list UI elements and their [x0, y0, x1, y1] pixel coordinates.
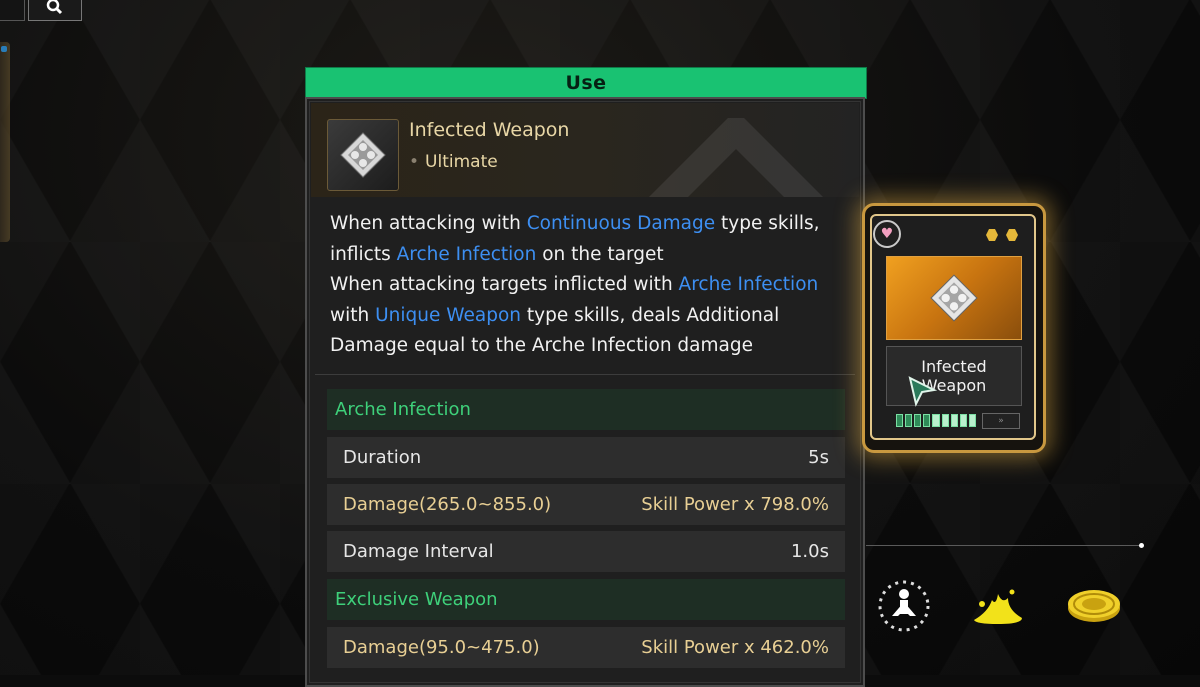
use-button[interactable]: Use — [305, 67, 867, 99]
description-text: type skills, deals Additional — [521, 304, 780, 326]
stat-value: 1.0s — [790, 541, 829, 562]
stat-row: Duration 5s — [327, 437, 845, 478]
description-text: Damage equal to the Arche Infection dama… — [330, 335, 753, 356]
description-line: When attacking targets inflicted with Ar… — [330, 270, 850, 301]
description-text: When attacking with — [330, 213, 527, 234]
figure-burst-icon[interactable] — [874, 576, 934, 636]
description-text: with — [330, 304, 376, 326]
capacity-segment — [968, 414, 976, 427]
heart-icon[interactable]: ♥ — [873, 220, 901, 248]
keyword-link[interactable]: Continuous Damage — [527, 213, 715, 234]
section-title: Exclusive Weapon — [335, 589, 498, 610]
module-card-name: Infected Weapon — [886, 346, 1022, 406]
item-rarity: • Ultimate — [409, 152, 498, 172]
stat-label: Damage(95.0~475.0) — [343, 637, 540, 658]
chevron-right-icon: » — [982, 413, 1020, 429]
description-line: Damage equal to the Arche Infection dama… — [330, 331, 850, 362]
item-description: When attacking with Continuous Damage ty… — [330, 209, 850, 362]
stat-label: Damage Interval — [343, 541, 494, 562]
separator-line — [866, 545, 1142, 546]
top-left-tab[interactable] — [0, 0, 25, 21]
section-title: Arche Infection — [335, 399, 471, 420]
stat-row: Damage(265.0~855.0) Skill Power x 798.0% — [327, 484, 845, 525]
description-line: When attacking with Continuous Damage ty… — [330, 209, 850, 240]
stat-row: Damage Interval 1.0s — [327, 531, 845, 572]
yellow-splash-icon[interactable] — [968, 576, 1028, 636]
description-line: inflicts Arche Infection on the target — [330, 240, 850, 271]
stat-value: Skill Power x 462.0% — [641, 637, 829, 658]
description-text: inflicts — [330, 243, 397, 265]
module-diamond-icon — [930, 274, 978, 322]
capacity-bar — [896, 414, 976, 427]
module-card-art — [886, 256, 1022, 340]
indicator-dot — [1, 46, 7, 52]
description-text: on the target — [536, 243, 664, 265]
description-text: When attacking targets inflicted with — [330, 274, 679, 295]
keyword-link[interactable]: Arche Infection — [679, 274, 819, 295]
stat-row: Damage(95.0~475.0) Skill Power x 462.0% — [327, 627, 845, 668]
bullet: • — [409, 152, 420, 172]
left-panel-edge — [0, 42, 10, 242]
description-line: with Unique Weapon type skills, deals Ad… — [330, 301, 850, 332]
keyword-link[interactable]: Unique Weapon — [375, 305, 521, 326]
capacity-segment — [905, 414, 913, 427]
module-diamond-icon — [340, 132, 386, 178]
search-button[interactable] — [28, 0, 82, 21]
capacity-segment — [932, 414, 940, 427]
search-icon — [46, 0, 63, 15]
separator-dot — [1139, 543, 1144, 548]
stat-label: Duration — [343, 447, 422, 468]
stat-value: 5s — [808, 447, 829, 468]
rarity-label: Ultimate — [425, 152, 498, 172]
divider — [315, 374, 855, 375]
capacity-segment — [896, 414, 904, 427]
item-icon — [327, 119, 399, 191]
section-header-arche-infection: Arche Infection — [327, 389, 845, 430]
item-tooltip-panel: Infected Weapon • Ultimate When attacking… — [305, 97, 865, 687]
stat-label: Damage(265.0~855.0) — [343, 494, 552, 515]
cursor-icon — [908, 376, 938, 407]
stat-value: Skill Power x 798.0% — [641, 494, 829, 515]
item-header: Infected Weapon • Ultimate — [311, 103, 859, 197]
gold-disc-icon[interactable] — [1064, 576, 1124, 636]
section-header-exclusive-weapon: Exclusive Weapon — [327, 579, 845, 620]
emblem-watermark-icon — [648, 118, 824, 197]
capacity-segment — [941, 414, 949, 427]
keyword-link[interactable]: Arche Infection — [397, 244, 537, 265]
item-name: Infected Weapon — [409, 119, 570, 141]
capacity-segment — [950, 414, 958, 427]
capacity-segment — [914, 414, 922, 427]
description-text: type skills, — [715, 213, 820, 234]
capacity-segment — [923, 414, 931, 427]
capacity-segment — [959, 414, 967, 427]
